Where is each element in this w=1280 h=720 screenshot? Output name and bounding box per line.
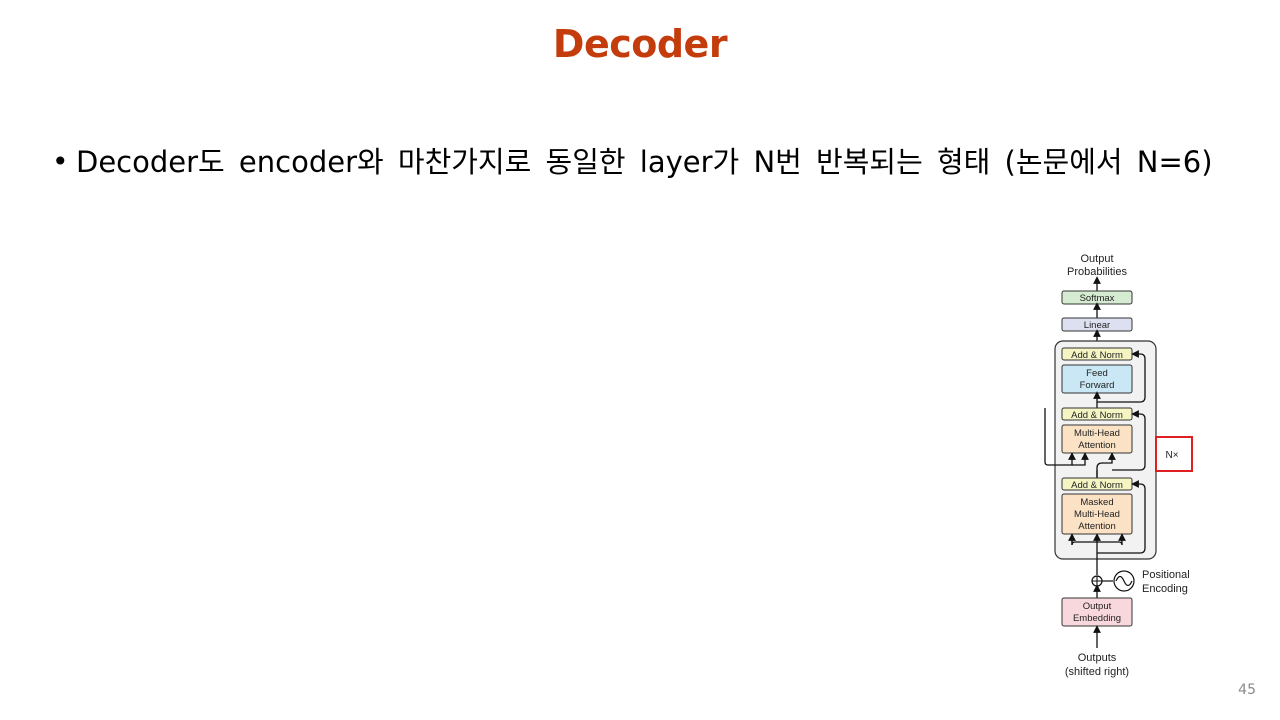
outputs-label-line1: Outputs [1078,652,1117,664]
mha-label-line2: Attention [1078,440,1116,451]
softmax-label: Softmax [1080,293,1115,304]
outputs-label-line2: (shifted right) [1065,666,1129,678]
mha-label-line1: Multi-Head [1074,428,1120,439]
decoder-architecture-diagram: Output Probabilities Softmax Linear Add … [1044,253,1193,678]
add-norm-label-top: Add & Norm [1071,350,1123,361]
positional-label-line1: Positional [1142,569,1190,581]
page-number: 45 [1238,682,1256,698]
feed-forward-label-line1: Feed [1086,368,1108,379]
embedding-label-line2: Embedding [1073,613,1121,624]
linear-label: Linear [1084,320,1110,331]
nx-label: N× [1165,450,1178,461]
embedding-label-line1: Output [1083,601,1112,612]
bullet-dot-icon: • [52,145,69,178]
output-label-line1: Output [1080,253,1113,265]
add-norm-label-bottom: Add & Norm [1071,480,1123,491]
masked-label-line3: Attention [1078,521,1116,532]
masked-label-line1: Masked [1080,497,1113,508]
masked-label-line2: Multi-Head [1074,509,1120,520]
bullet-item: • Decoder도 encoder와 마찬가지로 동일한 layer가 N번 … [52,142,1222,182]
add-norm-label-middle: Add & Norm [1071,410,1123,421]
slide-title: Decoder [552,22,728,66]
output-label-line2: Probabilities [1067,266,1127,278]
bullet-text: Decoder도 encoder와 마찬가지로 동일한 layer가 N번 반복… [76,145,1213,179]
feed-forward-label-line2: Forward [1080,380,1115,391]
positional-label-line2: Encoding [1142,583,1188,595]
